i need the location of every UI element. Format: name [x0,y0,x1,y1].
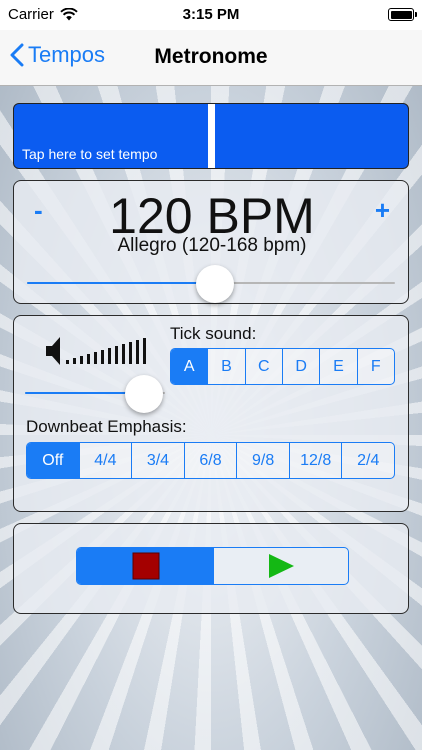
volume-slider[interactable] [25,375,165,413]
tap-tempo-label: Tap here to set tempo [22,146,158,162]
volume-slider-thumb[interactable] [125,375,163,413]
downbeat-option[interactable]: 3/4 [131,443,184,478]
tick-sound-option[interactable]: C [244,349,282,384]
volume-level-icon [46,337,146,365]
tick-sound-label: Tick sound: [170,324,257,343]
play-icon [269,554,294,578]
downbeat-option[interactable]: 4/4 [78,443,132,478]
tempo-slider-fill [27,282,215,284]
tempo-panel: - 120 BPM + Allegro (120-168 bpm) [13,180,409,304]
transport-control [76,547,349,585]
transport-panel [13,523,409,614]
tick-sound-option[interactable]: E [319,349,356,384]
increase-bpm-button[interactable]: + [375,195,390,226]
downbeat-option[interactable]: 2/4 [341,443,394,478]
page-title: Metronome [154,45,268,68]
tick-sound-option[interactable]: A [171,349,208,384]
tick-sound-selector: ABCDEF [170,348,395,385]
downbeat-emphasis-selector: Off 4/4 3/4 6/8 9/8 12/8 2/4 [26,442,395,479]
tempo-slider[interactable] [27,265,395,303]
tempo-marking: Allegro (120-168 bpm) [117,235,307,256]
downbeat-option[interactable]: 12/8 [288,443,342,478]
downbeat-emphasis-label: Downbeat Emphasis: [26,417,187,436]
play-button[interactable] [214,548,348,584]
downbeat-option[interactable]: 6/8 [183,443,237,478]
tick-sound-option[interactable]: B [207,349,244,384]
tick-sound-option[interactable]: F [356,349,394,384]
tick-sound-option[interactable]: D [281,349,319,384]
status-time: 3:15 PM [182,6,240,23]
tempo-slider-thumb[interactable] [195,265,234,303]
battery-icon [388,8,417,21]
downbeat-option[interactable]: Off [27,443,79,478]
stop-button[interactable] [77,548,214,584]
sound-panel: Tick sound: ABCDEF Downbeat Emphasis: Of… [13,315,409,512]
downbeat-option[interactable]: 9/8 [236,443,289,478]
tap-tempo-area[interactable]: Tap here to set tempo [13,103,409,169]
status-bar: Carrier 3:15 PM [0,0,422,30]
tap-beat-marker [208,104,215,168]
navigation-bar: Tempos Metronome [0,30,422,86]
stop-icon [132,552,159,580]
